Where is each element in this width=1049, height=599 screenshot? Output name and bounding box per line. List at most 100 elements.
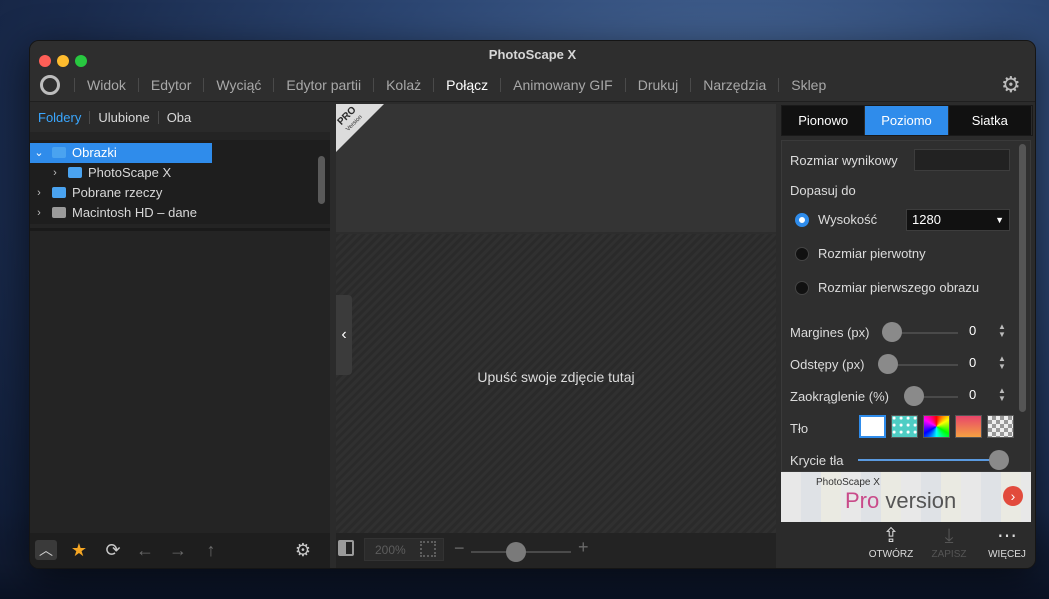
canvas-area: PRO Version Upuść swoje zdjęcie tutaj ‹	[336, 104, 776, 533]
promo-title: Pro version	[845, 488, 957, 513]
margins-slider-knob[interactable]	[882, 322, 902, 342]
app-window: PhotoScape X Widok Edytor Wyciąć Edytor …	[29, 40, 1036, 569]
menu-bar: Widok Edytor Wyciąć Edytor partii Kolaż …	[30, 69, 1035, 102]
spacing-stepper-icon[interactable]: ▲ ▼	[998, 355, 1006, 371]
photoscape-logo-icon[interactable]	[40, 75, 60, 95]
zoom-in-icon[interactable]: +	[578, 537, 589, 558]
tree-item-label: PhotoScape X	[88, 165, 172, 180]
downloads-folder-icon	[52, 187, 66, 198]
split-view-icon[interactable]	[338, 540, 354, 556]
opacity-slider-track[interactable]	[858, 459, 1000, 461]
collapse-up-button[interactable]: ︿	[35, 540, 57, 560]
up-arrow-icon[interactable]: ↑	[200, 540, 222, 560]
segment-poziomo[interactable]: Poziomo	[865, 106, 949, 135]
tree-item-label: Macintosh HD – dane	[72, 205, 198, 220]
tab-oba[interactable]: Oba	[157, 110, 200, 124]
folder-tree: ⌄ Obrazki › PhotoScape X › Pobrane rzecz…	[30, 140, 330, 224]
segment-siatka[interactable]: Siatka	[948, 106, 1032, 135]
bg-rainbow-swatch[interactable]	[923, 415, 950, 438]
chevron-down-icon[interactable]: ⌄	[34, 143, 44, 163]
bg-pattern-swatch[interactable]	[891, 415, 918, 438]
bg-gradient-swatch[interactable]	[955, 415, 982, 438]
pictures-folder-icon	[52, 147, 66, 158]
tree-item-obrazki[interactable]: ⌄ Obrazki	[30, 143, 212, 163]
folder-settings-gear-icon[interactable]: ⚙	[292, 540, 314, 560]
download-icon: ⤓	[944, 525, 954, 547]
zoom-out-icon[interactable]: −	[454, 538, 465, 559]
output-size-label: Rozmiar wynikowy	[790, 153, 898, 168]
menu-animowany-gif[interactable]: Animowany GIF	[500, 78, 625, 92]
hard-drive-icon	[52, 207, 66, 218]
menu-drukuj[interactable]: Drukuj	[624, 78, 690, 92]
chevron-right-icon[interactable]: ›	[34, 203, 44, 223]
image-strip: PRO Version	[336, 104, 776, 232]
chevron-right-icon[interactable]: ›	[34, 183, 44, 203]
menu-widok[interactable]: Widok	[74, 78, 138, 92]
promo-arrow-icon[interactable]: ›	[1003, 486, 1023, 506]
forward-arrow-icon[interactable]: →	[167, 540, 189, 560]
combine-settings: Rozmiar wynikowy Dopasuj do Wysokość 128…	[781, 140, 1031, 472]
zoom-slider-knob[interactable]	[506, 542, 526, 562]
menu-kolaz[interactable]: Kolaż	[373, 78, 433, 92]
refresh-icon[interactable]: ⟳	[102, 540, 124, 560]
zoom-button[interactable]	[75, 55, 87, 67]
pro-version-banner[interactable]: PhotoScape X Pro version ›	[781, 472, 1031, 522]
spacing-value[interactable]: 0	[969, 355, 976, 370]
opacity-slider-knob[interactable]	[989, 450, 1009, 470]
open-button[interactable]: ⇪ OTWÓRZ	[861, 523, 921, 560]
menu-sklep[interactable]: Sklep	[778, 78, 838, 92]
favorite-star-icon[interactable]: ★	[68, 540, 90, 560]
option-first-image-size-label: Rozmiar pierwszego obrazu	[818, 280, 980, 295]
minimize-button[interactable]	[57, 55, 69, 67]
option-height-label: Wysokość	[818, 212, 878, 227]
radio-height[interactable]	[795, 213, 809, 227]
left-toolbar: ︿ ★ ⟳ ← → ↑ ⚙	[30, 533, 330, 568]
margins-stepper-icon[interactable]: ▲ ▼	[998, 323, 1006, 339]
tree-scrollbar[interactable]	[318, 156, 325, 204]
option-original-size-label: Rozmiar pierwotny	[818, 246, 926, 261]
dropdown-arrow-icon: ▼	[995, 215, 1004, 225]
fit-to-label: Dopasuj do	[790, 183, 856, 198]
tab-foldery[interactable]: Foldery	[30, 111, 89, 124]
settings-gear-icon[interactable]: ⚙	[1001, 74, 1023, 96]
menu-edytor[interactable]: Edytor	[137, 78, 203, 92]
height-value: 1280	[912, 212, 941, 227]
margins-value[interactable]: 0	[969, 323, 976, 338]
spacing-slider-knob[interactable]	[878, 354, 898, 374]
segment-pionowo[interactable]: Pionowo	[782, 106, 866, 135]
rounding-value[interactable]: 0	[969, 387, 976, 402]
panel-divider[interactable]	[30, 228, 330, 231]
tree-item-photoscape-x[interactable]: › PhotoScape X	[30, 163, 320, 183]
menu-wyciac[interactable]: Wyciąć	[203, 78, 273, 92]
menu-edytor-partii[interactable]: Edytor partii	[273, 78, 373, 92]
tab-ulubione[interactable]: Ulubione	[89, 110, 157, 124]
chevron-right-icon[interactable]: ›	[50, 163, 60, 183]
tree-item-pobrane-rzeczy[interactable]: › Pobrane rzeczy	[30, 183, 320, 203]
settings-scrollbar[interactable]	[1019, 144, 1026, 412]
more-button[interactable]: ⋯ WIĘCEJ	[977, 523, 1035, 560]
close-button[interactable]	[39, 55, 51, 67]
back-arrow-icon[interactable]: ←	[134, 540, 156, 560]
rounding-stepper-icon[interactable]: ▲ ▼	[998, 387, 1006, 403]
bg-white-swatch[interactable]	[859, 415, 886, 438]
collapse-left-panel-button[interactable]: ‹	[336, 295, 352, 375]
tree-item-macintosh-hd[interactable]: › Macintosh HD – dane	[30, 203, 320, 223]
drop-hint: Upuść swoje zdjęcie tutaj	[477, 369, 635, 385]
left-panel: Foldery Ulubione Oba ⌄ Obrazki › PhotoSc…	[30, 102, 330, 568]
layout-segmented-control: Pionowo Poziomo Siatka	[781, 105, 1033, 136]
zoom-toolbar: 200% − +	[336, 533, 776, 568]
rounding-slider-knob[interactable]	[904, 386, 924, 406]
drop-zone[interactable]: Upuść swoje zdjęcie tutaj	[336, 234, 776, 533]
promo-small-text: PhotoScape X	[816, 477, 880, 488]
height-select[interactable]: 1280 ▼	[906, 209, 1010, 231]
bg-transparent-swatch[interactable]	[987, 415, 1014, 438]
opacity-label: Krycie tła	[790, 453, 844, 468]
save-button[interactable]: ⤓ ZAPISZ	[919, 523, 979, 560]
menu-narzedzia[interactable]: Narzędzia	[690, 78, 778, 92]
right-panel: Pionowo Poziomo Siatka Rozmiar wynikowy …	[781, 102, 1035, 568]
fit-to-screen-icon[interactable]	[420, 541, 436, 557]
output-size-field[interactable]	[914, 149, 1010, 171]
radio-first-image-size[interactable]	[795, 281, 809, 295]
menu-polacz[interactable]: Połącz	[433, 78, 500, 92]
radio-original-size[interactable]	[795, 247, 809, 261]
